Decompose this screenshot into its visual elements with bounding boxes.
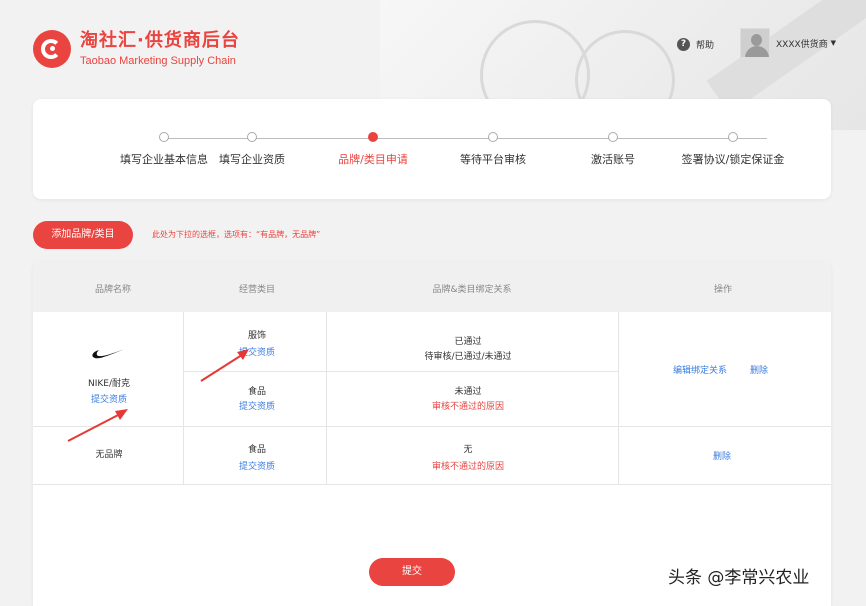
step-4: 等待平台审核 [423,132,563,167]
annotation-arrow-icon [200,349,249,382]
nike-swoosh-icon [92,348,127,359]
user-name: XXXX供货商 [776,39,828,50]
app-subtitle: Taobao Marketing Supply Chain [80,55,236,67]
step-label: 品牌/类目申请 [338,153,408,166]
dropdown-note: 此处为下拉的选框，选项有：“有品牌，无品牌” [152,230,321,239]
edit-binding-link[interactable]: 编辑绑定关系 [673,364,727,378]
step-circle [159,132,169,142]
avatar-icon [740,28,770,58]
category-name: 服饰 [247,331,267,341]
binding-status: 未通过 [454,387,482,397]
step-circle [368,132,378,142]
category-name: 食品 [247,387,267,397]
step-circle [728,132,738,142]
binding-status-detail: 待审核/已通过/未通过 [424,352,512,362]
delete-link[interactable]: 删除 [713,450,731,464]
user-menu[interactable]: XXXX供货商 ▼ [740,28,836,58]
progress-steps-card: 填写企业基本信息 填写企业资质 品牌/类目申请 等待平台审核 激活账号 签署协议… [33,99,831,199]
step-label: 签署协议/锁定保证金 [681,153,785,166]
annotation-arrow-icon [67,409,128,442]
table-header: 品牌名称 经营类目 品牌&类目绑定关系 操作 [33,262,831,312]
help-link[interactable]: ? 帮助 [677,38,714,51]
category-name: 食品 [247,445,267,455]
step-label: 填写企业资质 [219,153,285,166]
watermark-text: 头条 @李常兴农业 [668,568,810,588]
delete-link[interactable]: 删除 [750,364,768,378]
logo-icon [33,30,71,68]
brand-name: 无品牌 [95,450,123,460]
app-title: 淘社汇·供货商后台 [80,30,240,51]
binding-status: 无 [463,445,473,455]
submit-qualification-link[interactable]: 提交资质 [239,460,275,474]
step-2: 填写企业资质 [182,132,322,167]
rejection-reason: 审核不通过的原因 [431,402,505,412]
submit-qualification-link[interactable]: 提交资质 [239,400,275,414]
brand-category-table: 品牌名称 经营类目 品牌&类目绑定关系 操作 NIKE/耐克 提交资质 服饰 提… [33,262,831,606]
chevron-down-icon: ▼ [830,39,837,47]
rejection-reason: 审核不通过的原因 [431,462,505,472]
add-brand-category-button[interactable]: 添加品牌/类目 [33,221,133,249]
submit-button[interactable]: 提交 [369,558,455,586]
help-icon: ? [677,38,690,51]
col-header-category: 经营类目 [238,285,276,295]
brand-name: NIKE/耐克 [87,379,131,389]
step-6: 签署协议/锁定保证金 [663,132,803,167]
step-3-active: 品牌/类目申请 [303,132,443,167]
app-logo[interactable]: 淘社汇·供货商后台 Taobao Marketing Supply Chain [33,30,240,68]
step-5: 激活账号 [543,132,683,167]
col-header-brand: 品牌名称 [94,285,132,295]
step-label: 等待平台审核 [460,153,526,166]
step-circle [608,132,618,142]
step-label: 激活账号 [591,153,635,166]
col-header-binding: 品牌&类目绑定关系 [432,285,512,295]
col-header-actions: 操作 [713,285,733,295]
step-circle [488,132,498,142]
step-circle [247,132,257,142]
binding-status: 已通过 [454,337,482,347]
help-label: 帮助 [696,41,715,51]
